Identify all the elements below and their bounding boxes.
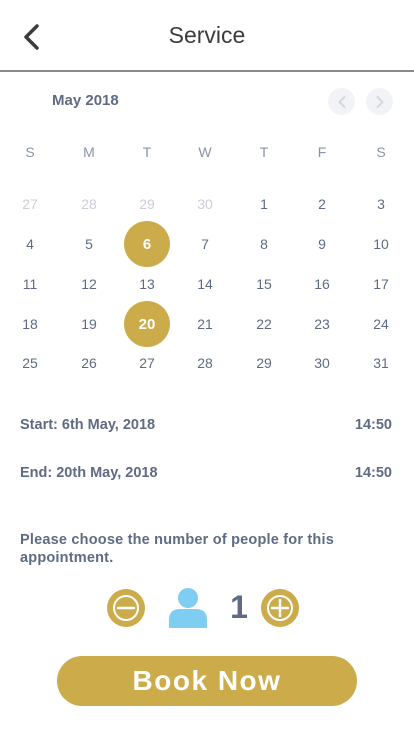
calendar-day[interactable]: 30 [299, 340, 345, 386]
person-icon [169, 588, 207, 628]
end-time-value: 14:50 [354, 465, 392, 481]
app-header: Service [0, 0, 414, 72]
start-date-row: Start: 6th May, 2018 14:50 [20, 417, 392, 433]
end-date-label: End: 20th May, 2018 [20, 465, 158, 481]
calendar-day[interactable]: 26 [66, 340, 112, 386]
weekday-wed: W [198, 144, 212, 160]
weekday-sat: S [376, 144, 386, 160]
start-time-value: 14:50 [354, 417, 392, 433]
weekday-sun: S [25, 144, 35, 160]
end-date-row: End: 20th May, 2018 14:50 [20, 465, 392, 481]
increase-people-button[interactable] [261, 589, 299, 627]
decrease-people-button[interactable] [107, 589, 145, 627]
page-title: Service [168, 22, 246, 48]
minus-circle-icon [113, 595, 139, 621]
next-month-button[interactable] [366, 88, 393, 115]
book-now-button[interactable]: Book Now [57, 656, 357, 706]
weekday-fri: F [317, 144, 327, 160]
calendar-day[interactable]: 31 [358, 340, 404, 386]
weekday-tue: T [142, 144, 152, 160]
calendar-day[interactable]: 25 [7, 340, 53, 386]
previous-month-button[interactable] [328, 88, 355, 115]
start-date-label: Start: 6th May, 2018 [20, 417, 156, 433]
chevron-left-icon [338, 95, 345, 108]
weekday-header-row: SMTWTFS [0, 144, 414, 164]
chevron-right-icon [376, 95, 383, 108]
people-count-prompt: Please choose the number of people for t… [20, 532, 334, 566]
calendar-day[interactable]: 29 [241, 340, 287, 386]
calendar-month-label: May 2018 [52, 92, 119, 109]
weekday-thu: T [259, 144, 269, 160]
weekday-mon: M [83, 144, 95, 160]
calendar-day[interactable]: 27 [124, 340, 170, 386]
plus-circle-icon [267, 595, 293, 621]
calendar-day[interactable]: 28 [182, 340, 228, 386]
people-count-value: 1 [230, 589, 248, 625]
